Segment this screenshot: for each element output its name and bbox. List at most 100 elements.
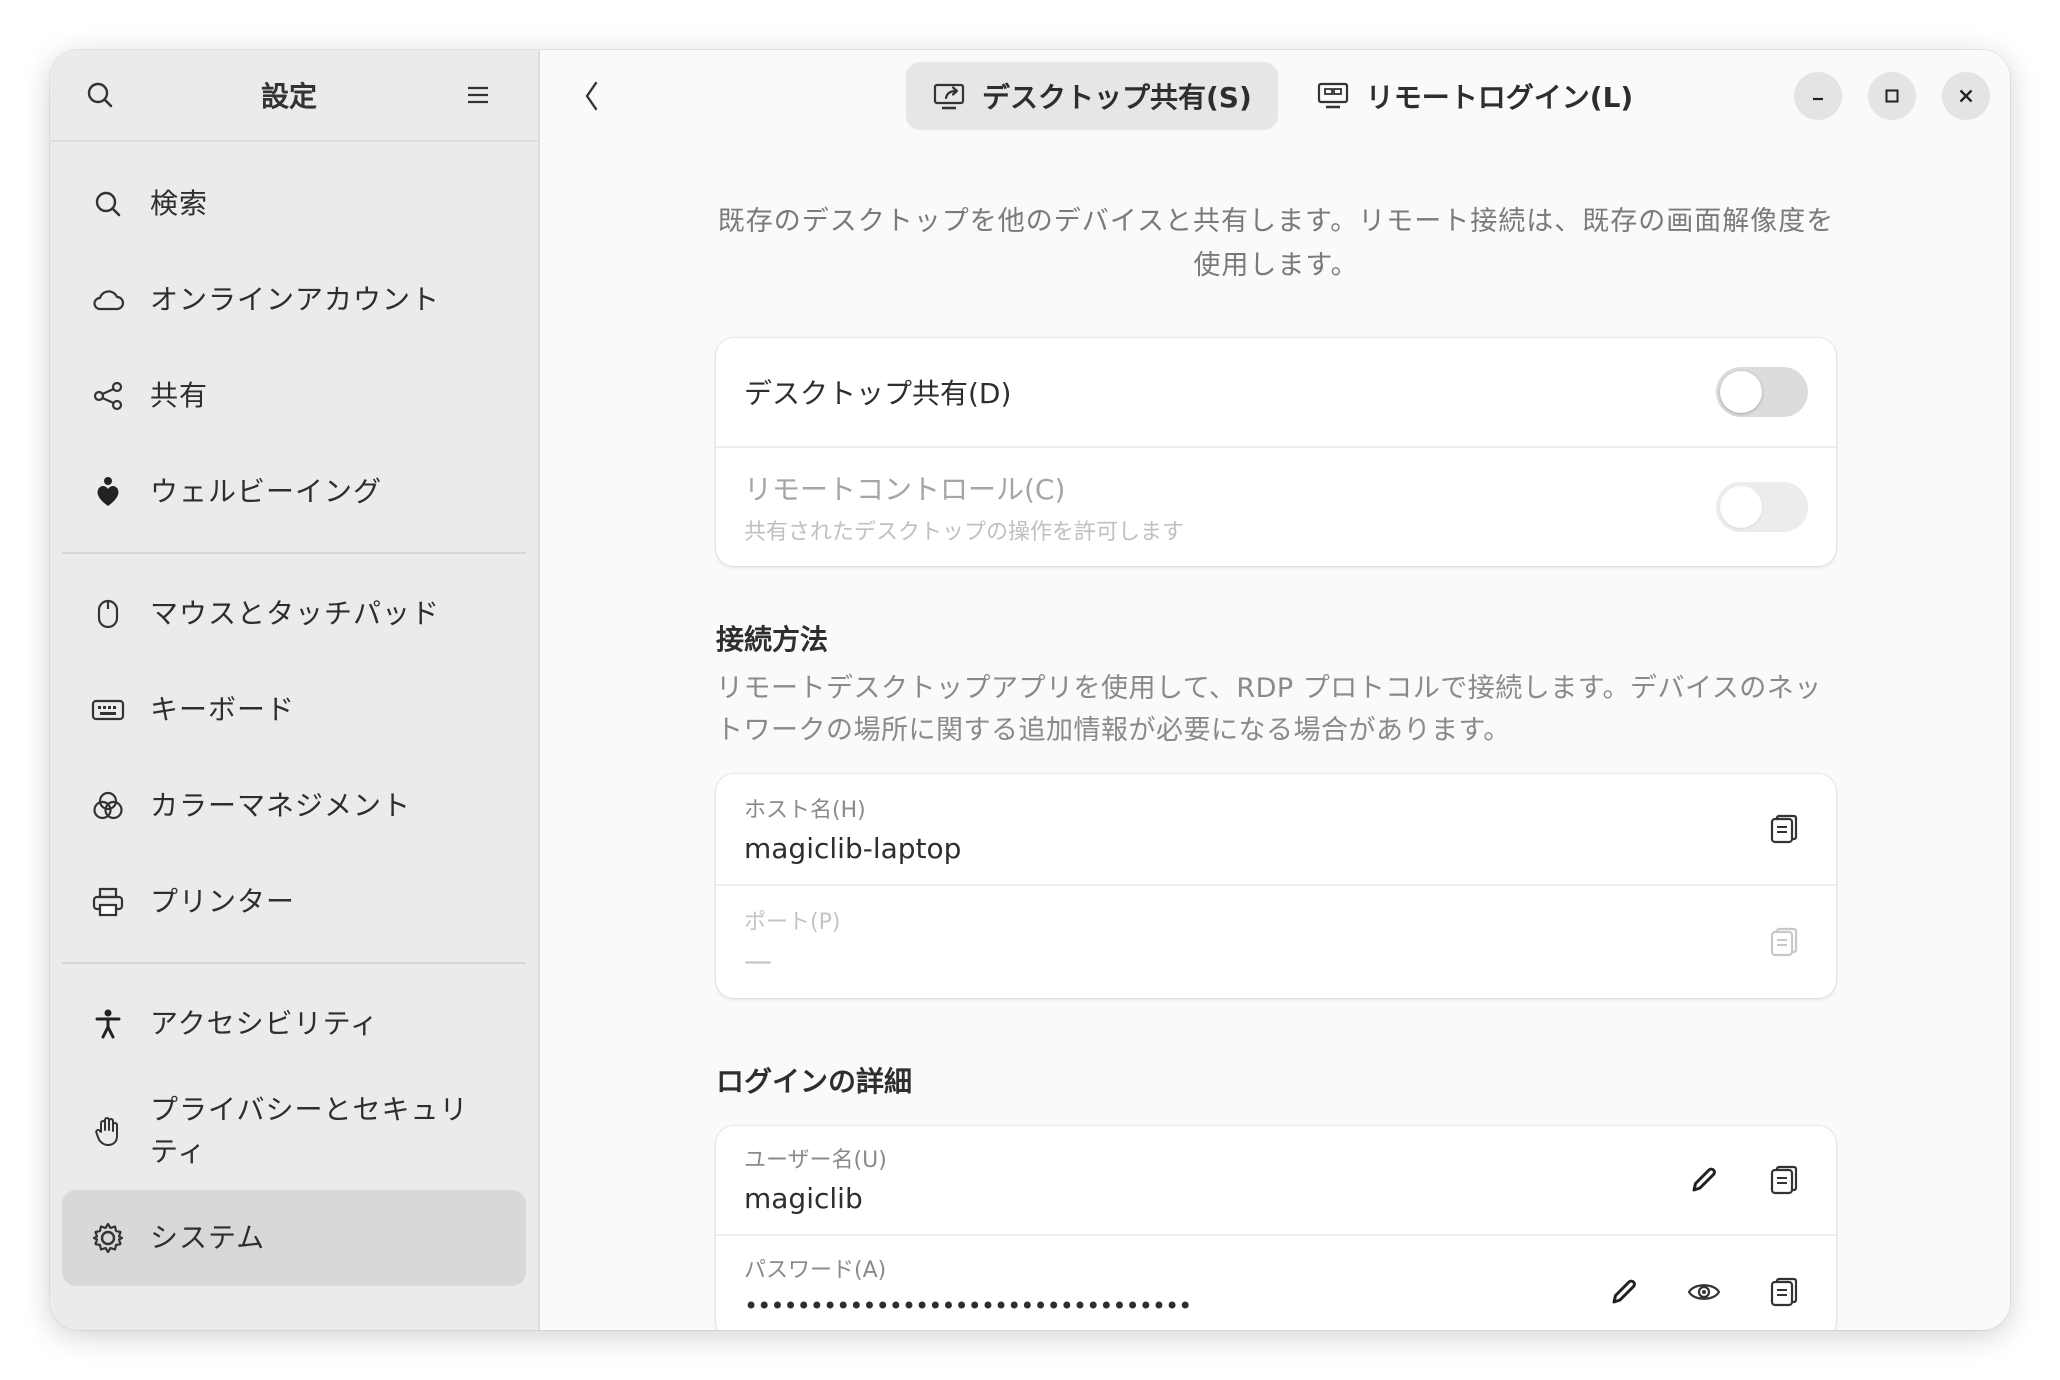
edit-password-button[interactable] xyxy=(1600,1268,1648,1316)
sidebar-item-label: キーボード xyxy=(150,693,296,726)
header-bar: デスクトップ共有(S) リモートログイン(L) xyxy=(540,50,2010,142)
sidebar-item-label: プリンター xyxy=(150,885,296,918)
tab-desktop-sharing[interactable]: デスクトップ共有(S) xyxy=(906,62,1278,130)
username-label: ユーザー名(U) xyxy=(744,1148,887,1173)
remote-control-row: リモートコントロール(C) 共有されたデスクトップの操作を許可します xyxy=(716,448,1836,566)
sidebar-item-label: オンラインアカウント xyxy=(150,283,441,316)
pencil-icon xyxy=(1612,1279,1636,1304)
back-button[interactable] xyxy=(570,74,614,118)
copy-icon xyxy=(1770,1277,1798,1307)
sharing-card: デスクトップ共有(D) リモートコントロール(C) 共有されたデスクトップの操作… xyxy=(716,338,1836,566)
sidebar-divider xyxy=(62,962,526,964)
hostname-row: ホスト名(H) magiclib-laptop xyxy=(716,774,1836,886)
sidebar-item-privacy-security[interactable]: プライバシーとセキュリティ xyxy=(62,1072,526,1190)
tab-remote-login[interactable]: リモートログイン(L) xyxy=(1290,62,1659,130)
show-password-button[interactable] xyxy=(1680,1268,1728,1316)
minimize-button[interactable] xyxy=(1794,72,1842,120)
sidebar-item-color-management[interactable]: カラーマネジメント xyxy=(62,758,526,854)
sidebar-item-label: マウスとタッチパッド xyxy=(150,597,441,630)
desktop-sharing-toggle[interactable] xyxy=(1716,367,1808,417)
main-menu-button[interactable] xyxy=(456,73,500,117)
sidebar-item-accessibility[interactable]: アクセシビリティ xyxy=(62,976,526,1072)
connection-section: 接続方法 リモートデスクトップアプリを使用して、RDP プロトコルで接続します。… xyxy=(716,618,1836,752)
close-icon xyxy=(1959,89,1973,103)
port-value: — xyxy=(744,944,772,977)
maximize-icon xyxy=(1885,89,1899,103)
sidebar-item-mouse-touchpad[interactable]: マウスとタッチパッド xyxy=(62,566,526,662)
search-button[interactable] xyxy=(78,73,122,117)
sidebar-item-system[interactable]: システム xyxy=(62,1190,526,1286)
hostname-actions xyxy=(1760,805,1808,853)
intro-description: 既存のデスクトップを他のデバイスと共有します。リモート接続は、既存の画面解像度を… xyxy=(717,206,1835,281)
wellbeing-icon xyxy=(90,474,126,510)
mouse-icon xyxy=(90,596,126,632)
search-icon xyxy=(87,82,113,108)
share-icon xyxy=(90,378,126,414)
copy-icon xyxy=(1770,927,1798,957)
port-label: ポート(P) xyxy=(744,910,841,935)
remote-control-subtitle: 共有されたデスクトップの操作を許可します xyxy=(744,520,1185,545)
sidebar-item-label: カラーマネジメント xyxy=(150,789,412,822)
username-actions xyxy=(1680,1156,1808,1204)
settings-window: 設定 検索 オンラインアカウント 共有 ウェルビーイング マウスとタッチパッド … xyxy=(50,50,2010,1330)
port-row: ポート(P) — xyxy=(716,886,1836,998)
close-button[interactable] xyxy=(1942,72,1990,120)
sidebar-divider xyxy=(62,552,526,554)
port-actions xyxy=(1760,918,1808,966)
keyboard-icon xyxy=(90,692,126,728)
sidebar-title: 設定 xyxy=(260,80,317,113)
copy-password-button[interactable] xyxy=(1760,1268,1808,1316)
desktop-share-icon xyxy=(933,83,965,110)
desktop-sharing-row[interactable]: デスクトップ共有(D) xyxy=(716,338,1836,448)
maximize-button[interactable] xyxy=(1868,72,1916,120)
sidebar-item-online-accounts[interactable]: オンラインアカウント xyxy=(62,252,526,348)
sidebar-item-label: 検索 xyxy=(150,187,209,220)
remote-login-icon xyxy=(1317,82,1348,109)
copy-username-button[interactable] xyxy=(1760,1156,1808,1204)
sidebar-nav: 検索 オンラインアカウント 共有 ウェルビーイング マウスとタッチパッド キーボ… xyxy=(50,142,538,1300)
connection-card: ホスト名(H) magiclib-laptop ポート(P) — xyxy=(716,774,1836,998)
copy-port-button[interactable] xyxy=(1760,918,1808,966)
sidebar-item-sharing[interactable]: 共有 xyxy=(62,348,526,444)
sidebar-item-label: ウェルビーイング xyxy=(150,475,383,508)
eye-icon xyxy=(1687,1284,1721,1300)
username-row: ユーザー名(U) magiclib xyxy=(716,1126,1836,1236)
page-content: 既存のデスクトップを他のデバイスと共有します。リモート接続は、既存の画面解像度を… xyxy=(716,142,1836,1330)
desktop-sharing-label: デスクトップ共有(D) xyxy=(744,377,1012,410)
username-value: magiclib xyxy=(744,1182,863,1215)
window-controls xyxy=(1794,72,1990,120)
hand-icon xyxy=(90,1113,126,1149)
remote-control-label: リモートコントロール(C) xyxy=(744,473,1066,506)
main-panel: デスクトップ共有(S) リモートログイン(L) 既存のデスクトップを他のデバイス… xyxy=(540,50,2010,1330)
printer-icon xyxy=(90,884,126,920)
sidebar: 設定 検索 オンラインアカウント 共有 ウェルビーイング マウスとタッチパッド … xyxy=(50,50,540,1330)
sidebar-item-wellbeing[interactable]: ウェルビーイング xyxy=(62,444,526,540)
pencil-icon xyxy=(1692,1167,1716,1192)
password-actions xyxy=(1600,1268,1808,1316)
copy-hostname-button[interactable] xyxy=(1760,805,1808,853)
tab-label: リモートログイン(L) xyxy=(1365,81,1634,114)
sidebar-item-label: プライバシーとセキュリティ xyxy=(150,1093,469,1168)
connection-title: 接続方法 xyxy=(716,623,829,656)
hamburger-menu-icon xyxy=(467,86,488,104)
copy-icon xyxy=(1770,1165,1798,1195)
sidebar-header: 設定 xyxy=(50,50,538,142)
sidebar-item-keyboard[interactable]: キーボード xyxy=(62,662,526,758)
view-switcher: デスクトップ共有(S) リモートログイン(L) xyxy=(906,62,1659,130)
hostname-value: magiclib-laptop xyxy=(744,832,962,865)
gear-icon xyxy=(90,1220,126,1256)
tab-label: デスクトップ共有(S) xyxy=(982,81,1252,114)
edit-username-button[interactable] xyxy=(1680,1156,1728,1204)
sidebar-item-printers[interactable]: プリンター xyxy=(62,854,526,950)
cloud-icon xyxy=(90,282,126,318)
sidebar-item-label: アクセシビリティ xyxy=(150,1007,379,1040)
password-row: パスワード(A) •••••••••••••••••••••••••••••••… xyxy=(716,1236,1836,1330)
sidebar-item-search[interactable]: 検索 xyxy=(62,156,526,252)
chevron-left-icon xyxy=(585,81,598,111)
login-title: ログインの詳細 xyxy=(716,1065,913,1098)
search-icon xyxy=(90,186,126,222)
connection-description: リモートデスクトップアプリを使用して、RDP プロトコルで接続します。デバイスの… xyxy=(716,673,1822,746)
login-card: ユーザー名(U) magiclib パスワード(A) •••••••••••••… xyxy=(716,1126,1836,1330)
accessibility-icon xyxy=(90,1006,126,1042)
remote-control-toggle[interactable] xyxy=(1716,482,1808,532)
